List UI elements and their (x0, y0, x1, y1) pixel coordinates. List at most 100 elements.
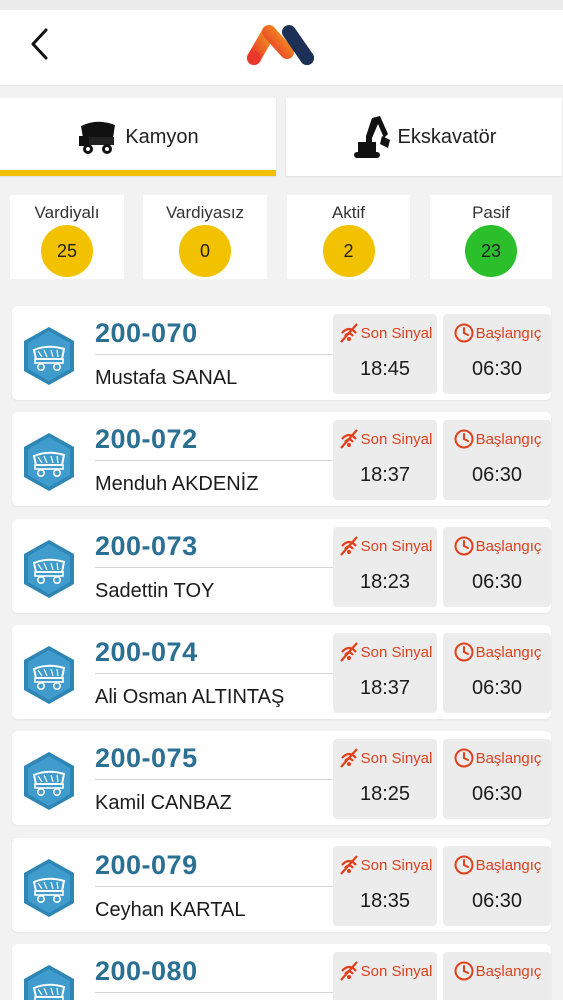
driver-name: Sadettin TOY (95, 580, 215, 602)
last-signal-label: Son Sinyal (360, 749, 433, 767)
signal-off-icon (339, 429, 358, 449)
clock-icon (454, 429, 474, 449)
signal-off-icon (339, 323, 358, 343)
start-label: Başlangıç (475, 749, 542, 767)
vehicle-code: 200-075 (95, 743, 198, 773)
signal-off-icon (339, 642, 358, 662)
stat-pasif[interactable]: Pasif 23 (430, 195, 552, 279)
stat-label: Aktif (331, 203, 366, 222)
last-signal-box: Son Sinyal 18:45 (333, 314, 437, 394)
start-time-box: Başlangıç 06:30 (443, 420, 551, 500)
last-signal-label: Son Sinyal (360, 537, 433, 555)
start-time: 06:30 (471, 571, 523, 593)
last-signal-label: Son Sinyal (360, 962, 433, 980)
start-label: Başlangıç (475, 643, 542, 661)
clock-icon (454, 536, 474, 556)
vehicle-row[interactable]: 200-074 Ali Osman ALTINTAŞ Son Sinyal 18… (12, 625, 551, 719)
start-time-box: Başlangıç 06:30 (443, 314, 551, 394)
last-signal-label: Son Sinyal (360, 324, 433, 342)
stat-count-badge: 2 (322, 225, 375, 277)
active-tab-indicator (0, 170, 276, 176)
vehicle-code: 200-074 (95, 637, 198, 667)
tab-ekskavator[interactable]: Ekskavatör (286, 98, 562, 176)
stat-label: Vardiyasız (165, 203, 245, 222)
back-button[interactable] (22, 24, 58, 64)
vehicle-row[interactable]: 200-073 Sadettin TOY Son Sinyal 18:23 Ba… (12, 519, 551, 613)
clock-icon (454, 961, 474, 981)
divider (95, 779, 333, 780)
vehicle-row[interactable]: 200-072 Menduh AKDENİZ Son Sinyal 18:37 (12, 412, 551, 506)
last-signal-time: 18:35 (359, 890, 411, 912)
stat-count-badge: 0 (179, 225, 231, 277)
brand-logo (247, 25, 314, 65)
start-label: Başlangıç (475, 962, 542, 980)
start-time-box: Başlangıç (443, 952, 551, 1000)
start-time-box: Başlangıç 06:30 (443, 633, 551, 713)
start-time: 06:30 (471, 464, 523, 486)
excavator-icon (353, 116, 390, 158)
stat-vardiyasiz[interactable]: Vardiyasız 0 (143, 195, 267, 279)
vehicle-code: 200-079 (95, 850, 198, 880)
start-time: 06:30 (471, 783, 523, 805)
last-signal-time: 18:23 (359, 571, 411, 593)
dump-truck-icon (24, 859, 74, 917)
divider (95, 567, 333, 568)
vehicle-row[interactable]: 200-075 Kamil CANBAZ Son Sinyal 18:25 Ba… (12, 731, 551, 825)
dump-truck-icon (79, 121, 116, 154)
driver-name: Ali Osman ALTINTAŞ (95, 686, 285, 708)
divider (95, 673, 333, 674)
last-signal-label: Son Sinyal (360, 643, 433, 661)
last-signal-box: Son Sinyal 18:25 (333, 739, 437, 819)
vehicle-row[interactable]: 200-080 Son Sinyal Başlangıç (12, 944, 551, 1000)
vehicle-code: 200-070 (95, 318, 198, 348)
last-signal-box: Son Sinyal 18:35 (333, 846, 437, 926)
vehicle-row[interactable]: 200-079 Ceyhan KARTAL Son Sinyal 18:35 B… (12, 838, 551, 932)
tab-label: Ekskavatör (397, 125, 497, 148)
dump-truck-icon (24, 327, 74, 385)
start-label: Başlangıç (475, 537, 542, 555)
dump-truck-icon (24, 646, 74, 704)
last-signal-box: Son Sinyal 18:37 (333, 633, 437, 713)
chevron-left-icon (31, 28, 48, 60)
signal-off-icon (339, 855, 358, 875)
stat-label: Pasif (472, 203, 510, 222)
last-signal-time: 18:37 (359, 464, 411, 486)
dump-truck-icon (24, 433, 74, 491)
last-signal-time: 18:37 (359, 677, 411, 699)
last-signal-time: 18:25 (359, 783, 411, 805)
start-time-box: Başlangıç 06:30 (443, 846, 551, 926)
clock-icon (454, 855, 474, 875)
last-signal-label: Son Sinyal (360, 856, 433, 874)
stat-count-badge: 25 (41, 225, 93, 277)
driver-name: Menduh AKDENİZ (95, 473, 259, 495)
driver-name: Ceyhan KARTAL (95, 899, 246, 921)
clock-icon (454, 642, 474, 662)
driver-name: Kamil CANBAZ (95, 792, 232, 814)
signal-off-icon (339, 748, 358, 768)
last-signal-label: Son Sinyal (360, 430, 433, 448)
dump-truck-icon (24, 540, 74, 598)
start-time-box: Başlangıç 06:30 (443, 739, 551, 819)
start-label: Başlangıç (475, 430, 542, 448)
start-time: 06:30 (471, 890, 523, 912)
vehicle-code: 200-072 (95, 424, 198, 454)
tab-kamyon[interactable]: Kamyon (0, 98, 276, 176)
vehicle-row[interactable]: 200-070 Mustafa SANAL Son Sinyal 18:45 B… (12, 306, 551, 400)
start-time: 06:30 (471, 358, 523, 380)
dump-truck-icon (24, 965, 74, 1000)
divider (95, 886, 333, 887)
last-signal-time: 18:45 (359, 358, 411, 380)
clock-icon (454, 323, 474, 343)
stat-aktif[interactable]: Aktif 2 (287, 195, 410, 279)
start-label: Başlangıç (475, 856, 542, 874)
clock-icon (454, 748, 474, 768)
divider (95, 992, 333, 993)
start-label: Başlangıç (475, 324, 542, 342)
signal-off-icon (339, 961, 358, 981)
vehicle-code: 200-080 (95, 956, 198, 986)
start-time: 06:30 (471, 677, 523, 699)
stat-vardiyali[interactable]: Vardiyalı 25 (10, 195, 124, 279)
last-signal-box: Son Sinyal 18:23 (333, 527, 437, 607)
stat-count-badge: 23 (465, 225, 517, 277)
dump-truck-icon (24, 752, 74, 810)
